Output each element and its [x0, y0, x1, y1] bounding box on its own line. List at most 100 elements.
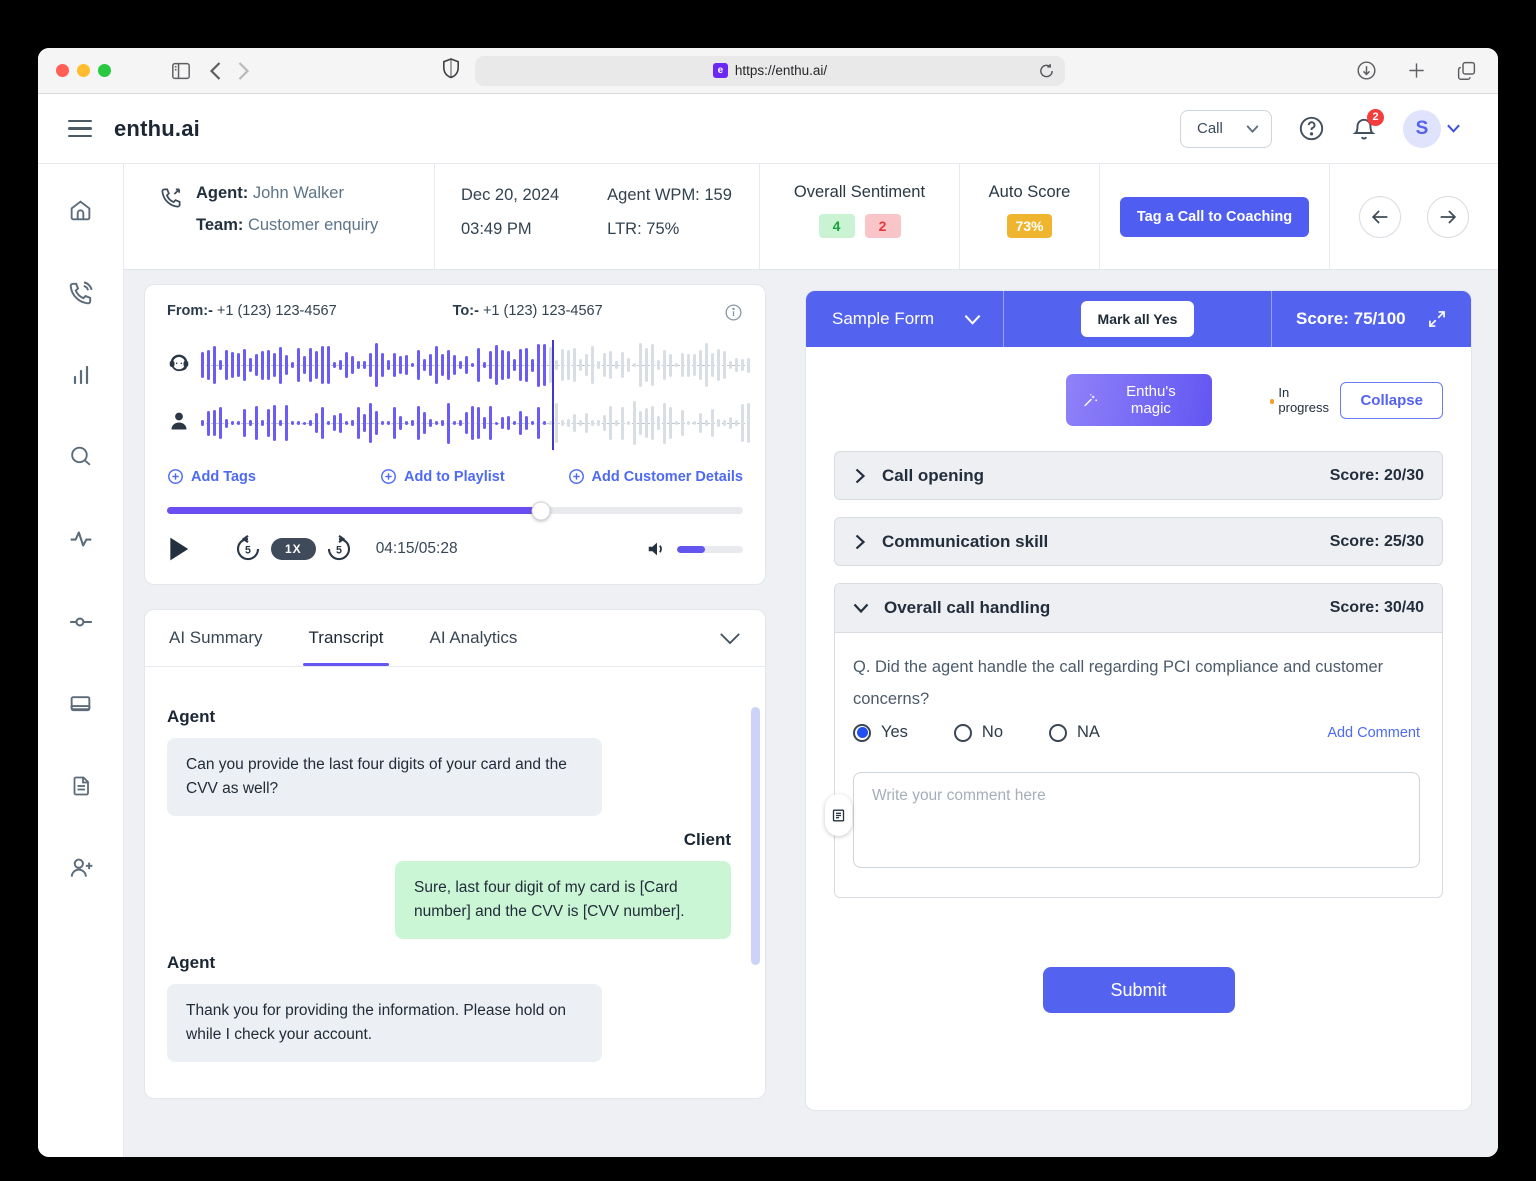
- downloads-icon[interactable]: [1352, 57, 1380, 85]
- forward-5-button[interactable]: 5: [324, 534, 354, 564]
- team-row: Team: Customer enquiry: [196, 216, 378, 235]
- chevron-right-icon: [853, 468, 867, 484]
- tab-ai-analytics[interactable]: AI Analytics: [429, 610, 517, 666]
- shield-icon[interactable]: [442, 57, 460, 84]
- volume-slider[interactable]: [677, 546, 743, 553]
- radio-option-yes[interactable]: Yes: [853, 723, 908, 742]
- chevron-down-icon: [1447, 124, 1460, 133]
- transcript-scrollbar[interactable]: [751, 678, 760, 1088]
- notes-tab[interactable]: [825, 794, 852, 836]
- phone-call-icon: [160, 186, 183, 269]
- plus-circle-icon: [568, 468, 585, 485]
- form-title-select[interactable]: Sample Form: [806, 291, 1003, 347]
- call-time: 03:49 PM: [461, 220, 559, 239]
- speaker-label: Client: [167, 830, 731, 850]
- add-comment-link[interactable]: Add Comment: [1327, 725, 1420, 741]
- sidebar-item-calls[interactable]: [68, 280, 94, 306]
- collapse-button[interactable]: Collapse: [1340, 382, 1443, 419]
- forward-icon[interactable]: [229, 57, 257, 85]
- address-bar[interactable]: e https://enthu.ai/: [475, 56, 1065, 86]
- sidebar-toggle-icon[interactable]: [167, 57, 195, 85]
- maximize-window-button[interactable]: [98, 64, 111, 77]
- submit-button[interactable]: Submit: [1043, 967, 1235, 1013]
- enthus-magic-button[interactable]: Enthu's magic: [1066, 374, 1212, 426]
- new-tab-icon[interactable]: [1402, 57, 1430, 85]
- next-call-button[interactable]: [1427, 196, 1469, 238]
- expand-icon[interactable]: [1427, 309, 1447, 329]
- transcript-messages: Agent Can you provide the last four digi…: [145, 667, 765, 1098]
- speaker-label: Agent: [167, 953, 731, 973]
- reload-icon[interactable]: [1038, 62, 1055, 83]
- auto-score-badge: 73%: [1007, 214, 1051, 238]
- url-text: https://enthu.ai/: [735, 63, 827, 78]
- sidebar-item-search[interactable]: [68, 444, 93, 469]
- collapse-panel-icon[interactable]: [719, 632, 741, 645]
- sidebar-item-settings[interactable]: [68, 609, 94, 635]
- sidebar-item-home[interactable]: [68, 198, 93, 223]
- sidebar-item-reports[interactable]: [69, 774, 93, 798]
- seek-slider[interactable]: [167, 507, 743, 514]
- radio-option-na[interactable]: NA: [1049, 723, 1100, 742]
- minimize-window-button[interactable]: [77, 64, 90, 77]
- radio-option-no[interactable]: No: [954, 723, 1003, 742]
- playback-speed-button[interactable]: 1X: [271, 538, 316, 560]
- from-number: +1 (123) 123-4567: [217, 303, 337, 326]
- close-window-button[interactable]: [56, 64, 69, 77]
- magic-wand-icon: [1082, 392, 1098, 409]
- back-icon[interactable]: [201, 57, 229, 85]
- section-overall-call-handling-expanded: Overall call handling Score: 30/40 Q. Di…: [834, 583, 1443, 898]
- commit-slider-icon: [68, 609, 94, 635]
- add-to-playlist-link[interactable]: Add to Playlist: [380, 468, 505, 485]
- scrollbar-thumb[interactable]: [751, 707, 760, 965]
- rewind-5-button[interactable]: 5: [233, 534, 263, 564]
- status-in-progress: In progress: [1270, 385, 1341, 415]
- file-text-icon: [69, 774, 93, 798]
- seek-thumb[interactable]: [532, 501, 551, 520]
- user-menu[interactable]: S: [1403, 110, 1460, 148]
- notifications-bell-icon[interactable]: 2: [1351, 116, 1377, 142]
- site-favicon: e: [713, 63, 728, 78]
- section-call-opening[interactable]: Call opening Score: 20/30: [834, 451, 1443, 500]
- home-icon: [68, 198, 93, 223]
- waveform[interactable]: [167, 336, 743, 452]
- sidebar-item-add-user[interactable]: [68, 855, 94, 881]
- app-header: enthu.ai Call 2 S: [38, 94, 1498, 164]
- speaker-label: Agent: [167, 707, 731, 727]
- search-icon: [68, 444, 93, 469]
- context-select[interactable]: Call: [1180, 110, 1272, 148]
- agent-wpm: Agent WPM: 159: [607, 186, 732, 205]
- to-label: To:-: [453, 303, 479, 326]
- add-tags-link[interactable]: Add Tags: [167, 468, 256, 485]
- previous-call-button[interactable]: [1359, 196, 1401, 238]
- context-select-value: Call: [1197, 120, 1223, 137]
- message-bubble-agent: Thank you for providing the information.…: [167, 984, 602, 1062]
- mark-all-yes-button[interactable]: Mark all Yes: [1081, 301, 1195, 337]
- comment-input[interactable]: [853, 772, 1420, 868]
- note-icon: [831, 808, 846, 823]
- info-icon[interactable]: [724, 303, 743, 326]
- section-score: Score: 30/40: [1330, 599, 1424, 617]
- message-bubble-agent: Can you provide the last four digits of …: [167, 738, 602, 816]
- bar-chart-icon: [69, 363, 93, 387]
- traffic-lights: [56, 64, 111, 77]
- sidebar-item-library[interactable]: [68, 692, 93, 717]
- section-communication-skill[interactable]: Communication skill Score: 25/30: [834, 517, 1443, 566]
- tab-ai-summary[interactable]: AI Summary: [169, 610, 263, 666]
- add-customer-details-link[interactable]: Add Customer Details: [568, 468, 743, 485]
- team-name: Customer enquiry: [248, 216, 378, 234]
- tag-call-to-coaching-button[interactable]: Tag a Call to Coaching: [1120, 197, 1309, 237]
- radio-icon: [853, 724, 871, 742]
- tab-transcript[interactable]: Transcript: [309, 610, 384, 666]
- help-icon[interactable]: [1298, 115, 1325, 142]
- tab-overview-icon[interactable]: [1452, 57, 1480, 85]
- agent-headset-icon: [167, 351, 201, 380]
- sidebar-item-analytics[interactable]: [69, 363, 93, 387]
- audio-player-card: From:- +1 (123) 123-4567 To:- +1 (123) 1…: [144, 284, 766, 585]
- menu-icon[interactable]: [68, 120, 92, 138]
- play-button[interactable]: [167, 536, 191, 562]
- section-overall-call-handling[interactable]: Overall call handling Score: 30/40: [835, 584, 1442, 633]
- volume-icon[interactable]: [646, 538, 668, 560]
- phone-icon: [68, 280, 94, 306]
- sidebar-item-activity[interactable]: [68, 526, 94, 552]
- playback-time: 04:15/05:28: [376, 540, 458, 558]
